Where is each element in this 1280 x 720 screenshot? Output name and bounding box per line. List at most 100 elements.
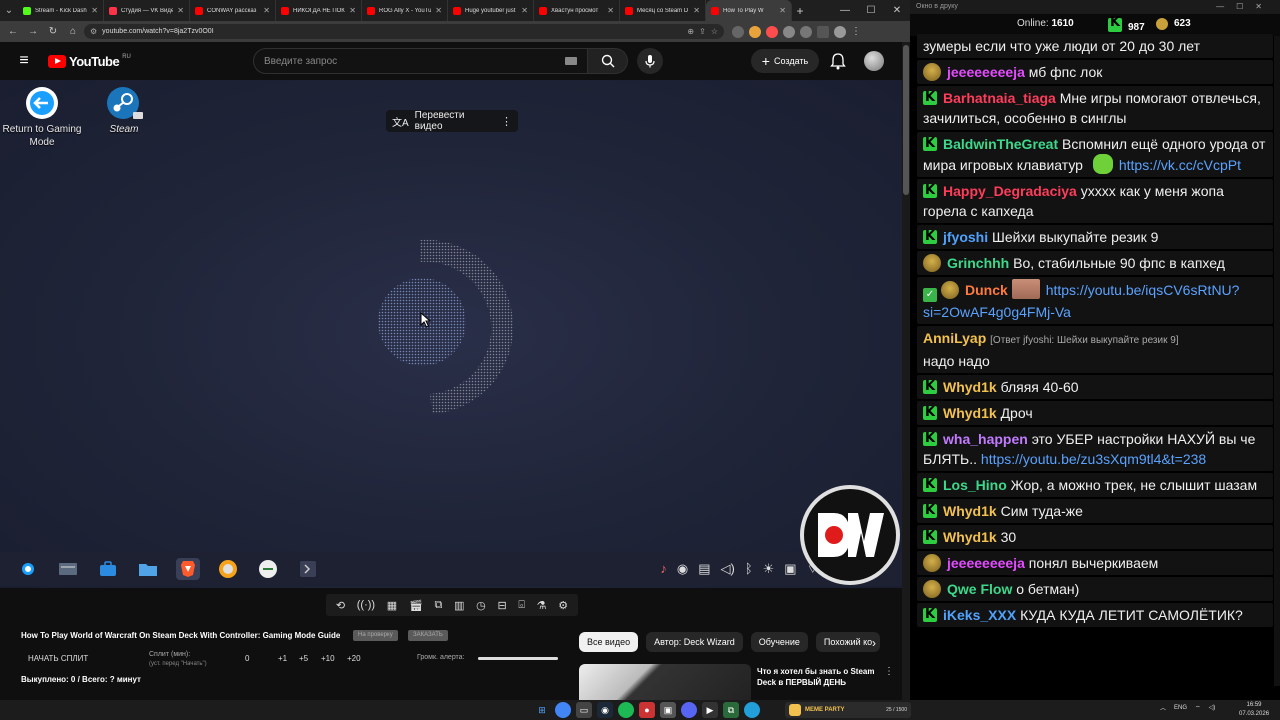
browser-tab[interactable]: ROG Ally X - YouTu ✕	[362, 0, 448, 21]
notifications-bell-icon[interactable]	[830, 52, 846, 70]
split-value-5[interactable]: +5	[299, 654, 308, 663]
browser-tab[interactable]: How To Play W ✕	[706, 0, 792, 21]
url-field[interactable]: ⚙ youtube.com/watch?v=8ja2Tzv0O0I ⊕ ⇪ ☆	[84, 24, 724, 39]
search-input[interactable]: Введите запрос	[253, 48, 588, 74]
chat-username[interactable]: iKeks_XXX	[943, 607, 1016, 623]
menu-dots-icon[interactable]: ⋮	[851, 26, 861, 38]
tab-close-icon[interactable]: ✕	[607, 6, 614, 15]
app-orange-icon[interactable]	[216, 558, 240, 580]
forward-icon[interactable]: →	[24, 23, 42, 41]
desktop-icon-steam[interactable]: Steam	[84, 86, 164, 136]
extension-icon[interactable]	[783, 25, 795, 38]
clock[interactable]: 16:59 07.03.2026	[1239, 701, 1269, 719]
recommended-more-icon[interactable]: ⋮	[884, 666, 894, 677]
maximize-icon[interactable]: ☐	[858, 5, 884, 16]
steam-tray-icon[interactable]: ◉	[677, 560, 688, 578]
brightness-icon[interactable]: ☀	[763, 560, 775, 578]
keyboard-icon[interactable]	[565, 57, 577, 65]
recommended-video-title[interactable]: Что я хотел бы знать о Steam Deck в ПЕРВ…	[757, 666, 885, 688]
chat-link[interactable]: https://youtu.be/zu3sXqm9tl4&t=238	[981, 451, 1206, 467]
downloads-icon[interactable]	[817, 25, 829, 38]
page-scrollbar-thumb[interactable]	[903, 45, 909, 195]
home-icon[interactable]: ⌂	[64, 23, 82, 41]
cinema-icon[interactable]: ▥	[454, 599, 464, 612]
file-manager-icon[interactable]	[136, 558, 160, 580]
camera-icon[interactable]: ⌻	[518, 599, 525, 612]
tab-close-icon[interactable]: ✕	[435, 6, 442, 15]
hamburger-menu-icon[interactable]: ≡	[0, 52, 48, 70]
loop-icon[interactable]: ⟲	[336, 599, 345, 612]
chat-username[interactable]: jfyoshi	[943, 229, 988, 245]
screenshot-icon[interactable]: ▦	[387, 599, 397, 612]
volume-icon[interactable]: ◁)	[1209, 704, 1216, 711]
tab-close-icon[interactable]: ✕	[779, 6, 786, 15]
zoom-icon[interactable]: ⊕	[687, 27, 694, 36]
chat-username[interactable]: BaldwinTheGreat	[943, 136, 1058, 152]
voice-search-button[interactable]	[637, 48, 663, 74]
recommended-video-thumbnail[interactable]	[579, 664, 751, 700]
steamos-start-icon[interactable]	[16, 558, 40, 580]
telegram-icon[interactable]	[744, 702, 760, 718]
chat-username[interactable]: Whyd1k	[943, 379, 997, 395]
browser-tab[interactable]: Студия — VK Видео ✕	[104, 0, 190, 21]
chat-username[interactable]: Barhatnaia_tiaga	[943, 90, 1056, 106]
chip-tutorial[interactable]: Обучение	[750, 632, 808, 652]
system-monitor-icon[interactable]	[56, 558, 80, 580]
settings-gear-icon[interactable]: ⚙	[558, 599, 568, 612]
chat-username[interactable]: Whyd1k	[943, 503, 997, 519]
sd-card-icon[interactable]: ▣	[784, 560, 796, 578]
tab-search-icon[interactable]: ⌄	[0, 0, 18, 21]
language-indicator[interactable]: ENG	[1174, 705, 1187, 711]
volume-icon[interactable]: ◁)	[721, 560, 735, 578]
clipboard-icon[interactable]: ▤	[698, 560, 710, 578]
chat-username[interactable]: Qwe Flow	[947, 581, 1012, 597]
chips-next-icon[interactable]: ›	[872, 636, 876, 650]
notification-bell-icon[interactable]: ♪	[660, 560, 667, 578]
browser-tab[interactable]: НИКОГДА НЕ ПОК ✕	[276, 0, 362, 21]
back-icon[interactable]: ←	[4, 23, 22, 41]
start-split-button[interactable]: НАЧАТЬ СПЛИТ	[28, 654, 88, 663]
flask-icon[interactable]: ⚗	[537, 599, 547, 612]
chip-similar[interactable]: Похожий ко	[815, 632, 881, 652]
split-value-20[interactable]: +20	[347, 654, 361, 663]
chat-username[interactable]: jeeeeeeeeja	[947, 555, 1025, 571]
status-badge[interactable]: На проверку	[353, 630, 398, 641]
clapper-icon[interactable]: 🎬︎	[409, 599, 423, 612]
chat-link[interactable]: https://vk.cc/cVcpPt	[1119, 157, 1241, 173]
translate-video-button[interactable]: 文A Перевести видео ⋮	[386, 110, 518, 132]
obs-icon[interactable]: ●	[639, 702, 655, 718]
profile-icon[interactable]	[834, 25, 846, 38]
split-value-1[interactable]: +1	[278, 654, 287, 663]
aspect-ratio-icon[interactable]: ⊟	[497, 599, 506, 612]
chat-username[interactable]: Grinchhh	[947, 255, 1009, 271]
browser-tab[interactable]: Месяц со Steam D ✕	[620, 0, 706, 21]
app-icon[interactable]: ⧉	[723, 702, 739, 718]
app-icon[interactable]: ▣	[660, 702, 676, 718]
tab-close-icon[interactable]: ✕	[263, 6, 270, 15]
browser-tab[interactable]: Huge youtuber just ✕	[448, 0, 534, 21]
windows-start-icon[interactable]: ⊞	[534, 702, 550, 718]
new-tab-button[interactable]: +	[792, 4, 808, 18]
chat-window-controls[interactable]: —☐✕	[1216, 2, 1274, 11]
close-icon[interactable]: ✕	[884, 5, 910, 16]
channel-watermark-logo[interactable]	[800, 485, 900, 585]
video-player[interactable]: Return to Gaming Mode Steam 文A Перевести…	[0, 80, 902, 588]
media-widget[interactable]: MEME PARTY 25 / 1500	[785, 702, 911, 718]
split-value-0[interactable]: 0	[245, 654, 249, 663]
bluetooth-icon[interactable]: ᛒ	[745, 560, 753, 578]
chrome-icon[interactable]	[555, 702, 571, 718]
chat-username[interactable]: Los_Hino	[943, 477, 1007, 493]
chat-username[interactable]: AnniLyap	[923, 330, 986, 346]
picture-in-picture-icon[interactable]: ⧉	[435, 599, 443, 612]
extension-icon[interactable]	[732, 25, 744, 38]
minimize-icon[interactable]: —	[832, 5, 858, 16]
steam-taskbar-icon[interactable]: ◉	[597, 702, 613, 718]
network-icon[interactable]: ⌔	[1195, 704, 1201, 712]
tab-close-icon[interactable]: ✕	[177, 6, 184, 15]
extension-icon[interactable]	[766, 25, 778, 38]
discover-store-icon[interactable]	[96, 558, 120, 580]
bookmark-star-icon[interactable]: ☆	[711, 27, 718, 36]
chip-author[interactable]: Автор: Deck Wizard	[646, 632, 743, 652]
chat-username[interactable]: Dunck	[965, 282, 1008, 298]
browser-tab[interactable]: Stream - Kick Dash ✕	[18, 0, 104, 21]
